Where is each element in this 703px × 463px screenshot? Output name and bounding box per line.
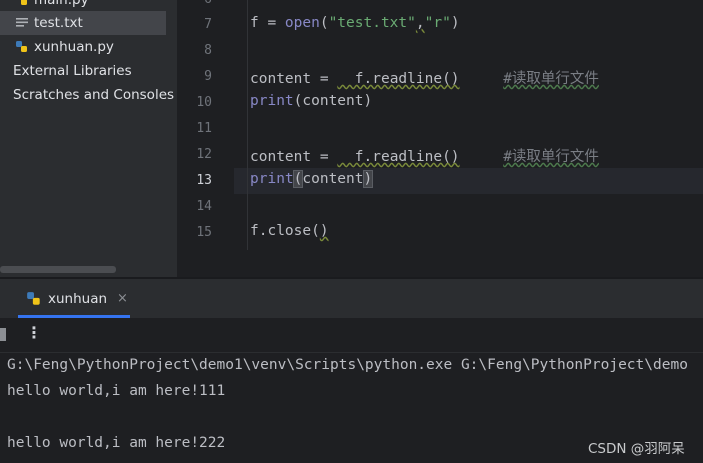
- python-file-icon: [21, 0, 27, 5]
- tree-item-test-txt[interactable]: test.txt: [0, 11, 166, 35]
- console-line: hello world,i am here!111: [7, 383, 226, 399]
- line-number: 10: [196, 95, 212, 110]
- line-number: 9: [204, 69, 212, 84]
- line-number: 12: [196, 147, 212, 162]
- close-icon[interactable]: ×: [117, 291, 128, 306]
- code-line-10[interactable]: print(content): [250, 93, 372, 109]
- tree-item-external-libraries[interactable]: External Libraries: [0, 59, 166, 83]
- line-number: 7: [204, 17, 212, 32]
- tree-item-label: Scratches and Consoles: [13, 87, 175, 103]
- tree-item-label: main.py: [34, 0, 89, 8]
- tree-item-label: External Libraries: [13, 63, 132, 79]
- code-line-9[interactable]: content = f.readline() #读取单行文件: [250, 67, 599, 88]
- code-line-13[interactable]: print(content): [250, 170, 374, 188]
- code-line-15[interactable]: f.close(): [250, 223, 329, 239]
- python-file-icon: [16, 41, 27, 52]
- tree-item-label: test.txt: [34, 15, 83, 31]
- tree-item-label: xunhuan.py: [34, 39, 114, 55]
- more-options-icon[interactable]: ⋮: [26, 323, 42, 342]
- python-file-icon: [27, 291, 40, 305]
- line-number: 6: [178, 0, 212, 7]
- code-line-7[interactable]: f = open("test.txt","r"): [250, 15, 460, 31]
- run-toolbar: [0, 318, 703, 353]
- console-line: G:\Feng\PythonProject\demo1\venv\Scripts…: [7, 357, 688, 373]
- project-tree: main.py test.txt xunhuan.py External Lib…: [0, 0, 177, 277]
- tree-item-scratches[interactable]: Scratches and Consoles: [0, 83, 174, 107]
- watermark: CSDN @羽阿呆: [588, 441, 685, 457]
- stop-icon[interactable]: [0, 328, 6, 341]
- indent-guide: [247, 0, 248, 250]
- code-line-12[interactable]: content = f.readline() #读取单行文件: [250, 145, 599, 166]
- run-tab-xunhuan[interactable]: xunhuan ×: [18, 279, 130, 318]
- line-number: 15: [196, 225, 212, 240]
- editor-gutter: 6 7 8 9 10 11 12 13 14 15: [178, 0, 234, 277]
- line-number: 14: [196, 199, 212, 214]
- sidebar-horizontal-scrollbar[interactable]: [0, 266, 116, 273]
- console-line: hello world,i am here!222: [7, 435, 226, 451]
- line-number: 11: [196, 121, 212, 136]
- line-number-current: 13: [196, 173, 212, 188]
- text-file-icon: [16, 18, 28, 27]
- run-tab-label: xunhuan: [48, 290, 108, 307]
- tree-item-xunhuan-py[interactable]: xunhuan.py: [0, 35, 166, 59]
- line-number: 8: [204, 43, 212, 58]
